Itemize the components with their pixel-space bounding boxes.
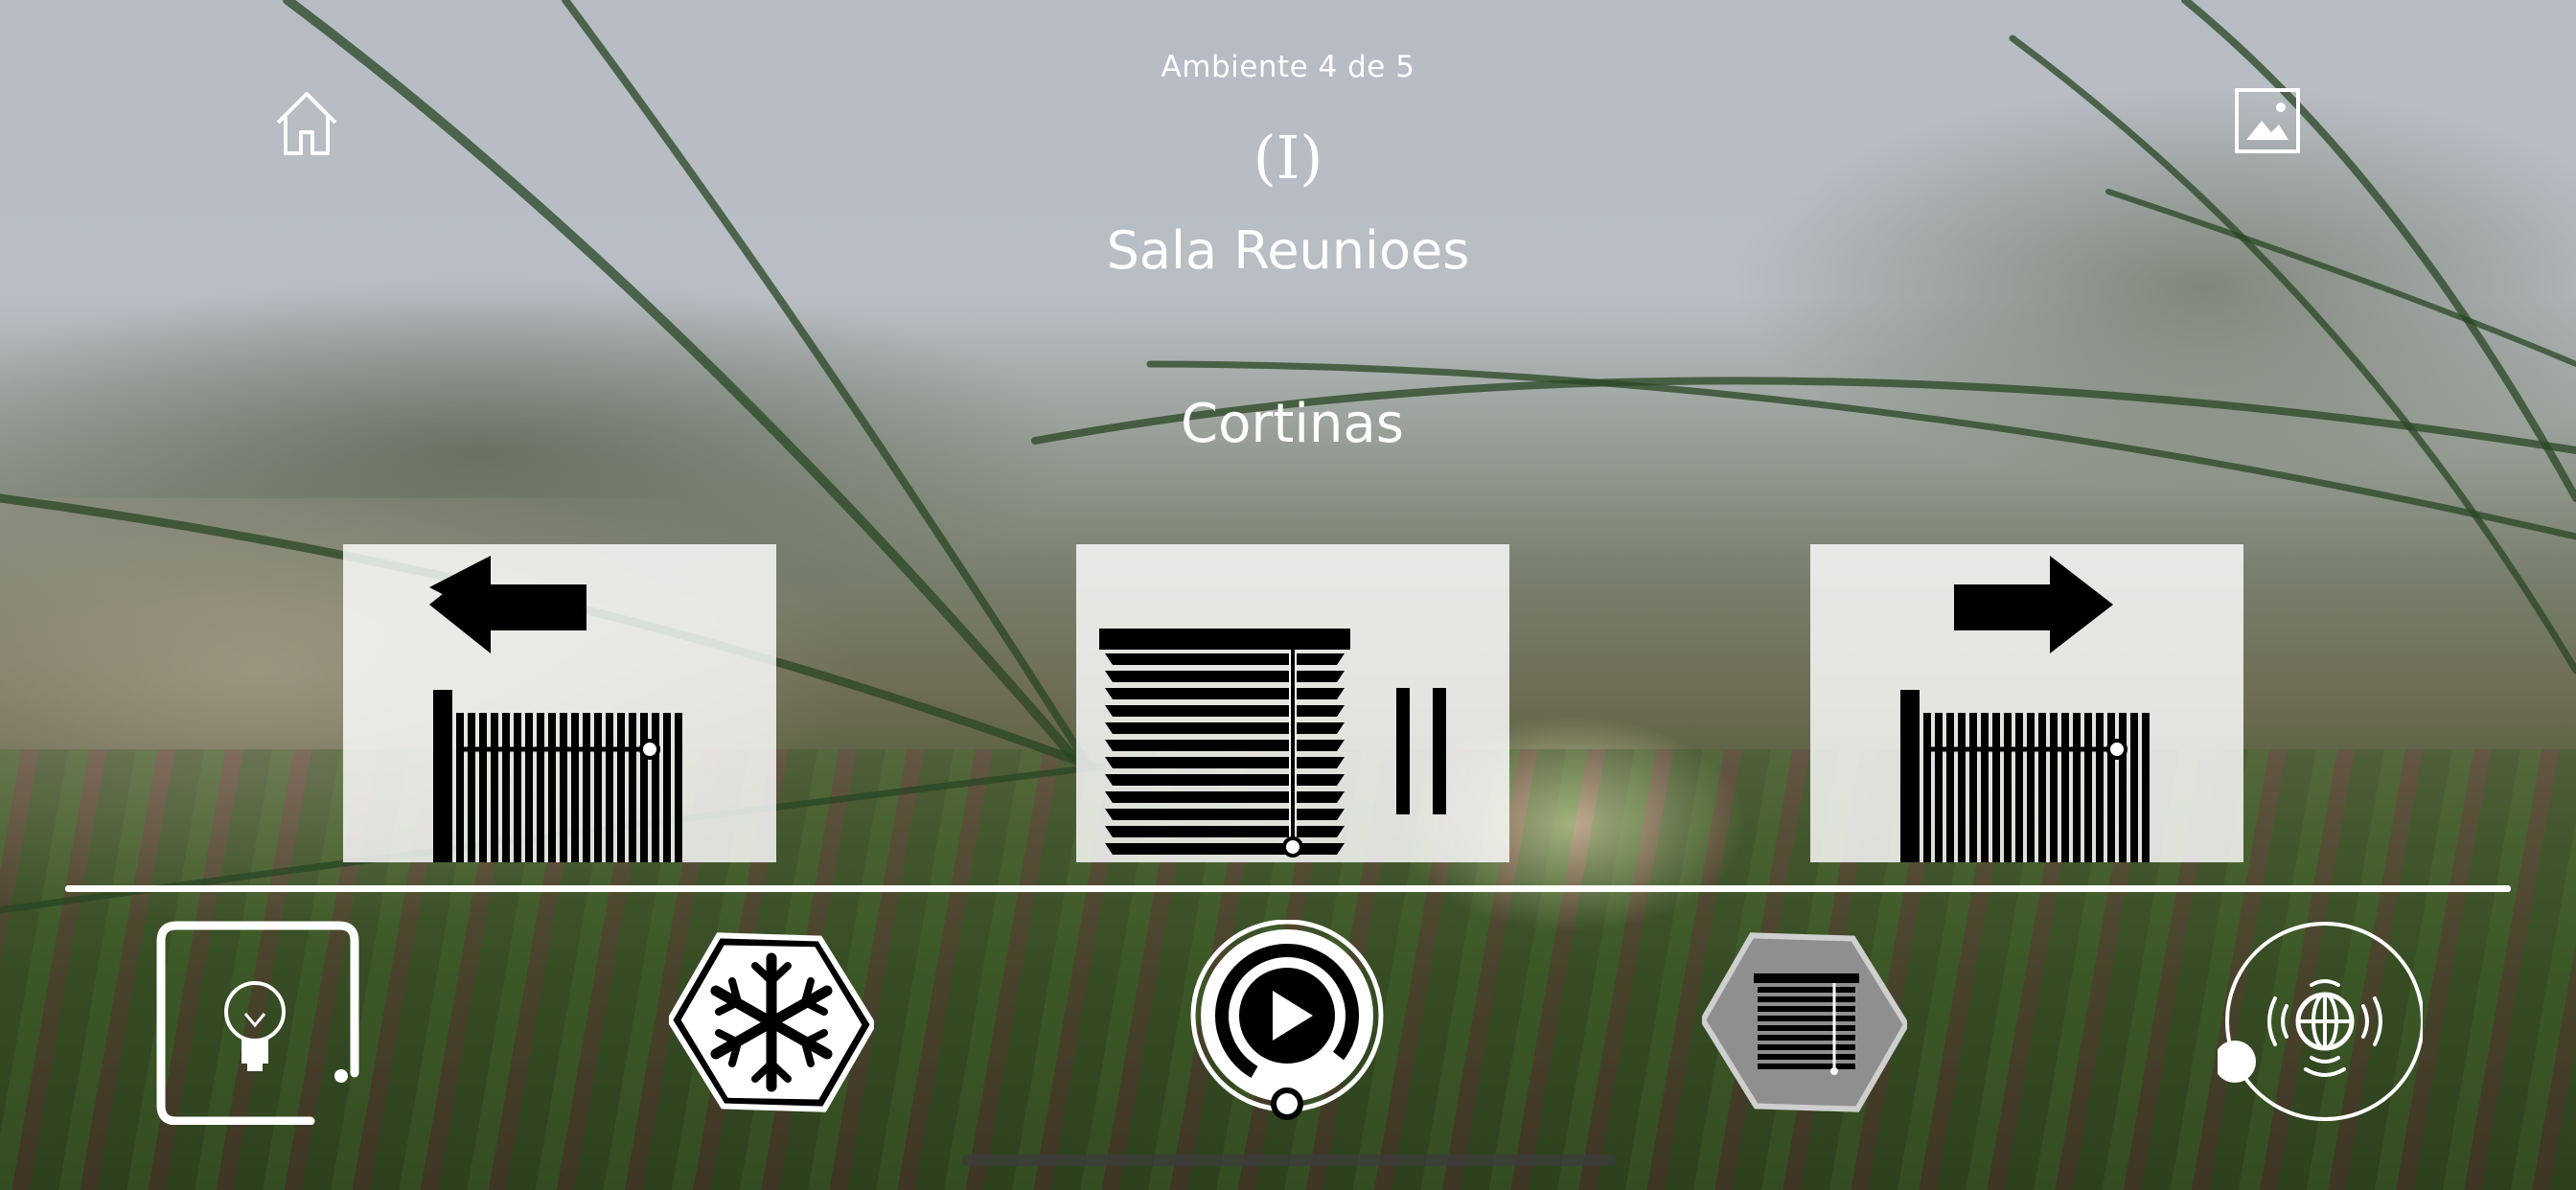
nav-lights-button[interactable] [155,920,360,1125]
nav-curtains-button[interactable] [1702,920,1907,1125]
lightbulb-icon [156,921,359,1125]
gate-arrow-right-icon [1900,556,2150,862]
image-icon [2235,88,2300,153]
curtain-open-right-button[interactable] [1810,544,2243,862]
home-indicator-bar[interactable] [962,1155,1616,1166]
section-divider [65,885,2511,892]
background-image-button[interactable] [2235,88,2300,153]
section-title: Cortinas [1181,393,1404,455]
ambient-counter: Ambiente 4 de 5 [1161,50,1415,84]
gate-arrow-left-icon [429,556,682,862]
nav-media-button[interactable] [1184,920,1390,1125]
blinds-icon [1702,932,1907,1112]
curtain-open-left-button[interactable] [343,544,776,862]
snowflake-icon [669,932,874,1112]
mode-indicator: (I) [1253,123,1323,193]
room-name: Sala Reunioes [1106,220,1470,281]
nav-network-button[interactable] [2218,920,2423,1125]
curtain-pause-button[interactable] [1076,544,1509,862]
globe-signal-icon [2218,922,2423,1121]
nav-climate-button[interactable] [669,920,874,1125]
blinds-pause-icon [1099,629,1446,858]
play-icon [1190,920,1384,1120]
